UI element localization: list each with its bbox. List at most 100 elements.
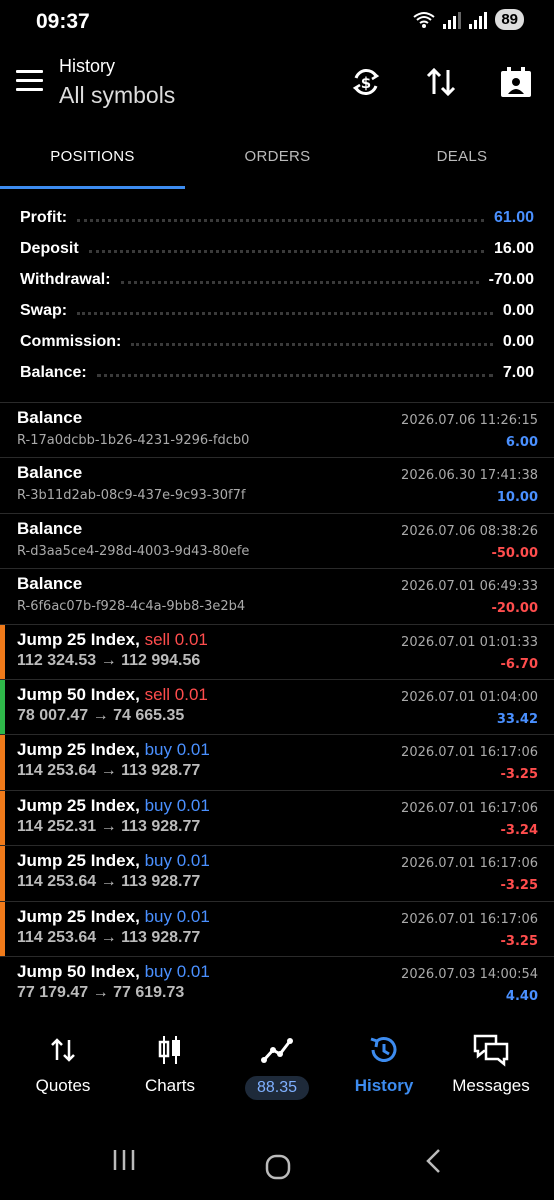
status-bar: 09:37 89 [0,0,554,44]
nav-trade[interactable]: 88.35 [222,1032,332,1100]
signal-icon [443,11,462,29]
battery-indicator: 89 [495,9,524,30]
timestamp: 2026.07.01 06:49:33 [401,579,538,595]
position-row[interactable]: Jump 25 Index, buy 0.01 114 253.64 → 113 … [0,900,554,956]
position-row[interactable]: Jump 25 Index, buy 0.01 114 253.64 → 113 … [0,734,554,790]
operation-id: R-d3aa5ce4-298d-4003-9d43-80efe [17,543,250,559]
position-color-bar [0,735,5,790]
position-color-bar [0,846,5,901]
timestamp: 2026.07.01 16:17:06 [401,745,538,761]
operation-title: Balance [17,463,83,483]
summary-label: Swap: [20,301,68,319]
summary-value: -70.00 [488,270,534,288]
profit-amount: -6.70 [500,656,538,672]
symbol-name: Jump 25 Index, [17,740,140,760]
nav-label: History [354,1076,414,1095]
symbol-name: Jump 25 Index, [17,629,140,649]
position-row[interactable]: Jump 25 Index, buy 0.01 114 253.64 → 113 … [0,845,554,901]
trade-direction: sell 0.01 [144,684,208,704]
summary-label: Withdrawal: [20,270,111,288]
position-row[interactable]: Jump 50 Index, sell 0.01 78 007.47 → 74 6… [0,678,554,735]
status-icons: 89 [413,9,524,30]
home-icon[interactable] [265,1154,291,1180]
timestamp: 2026.07.01 01:01:33 [401,634,538,650]
timestamp: 2026.07.06 11:26:15 [401,413,538,428]
trade-direction: buy 0.01 [144,961,210,981]
profit-amount: -50.00 [491,545,538,561]
open-close-prices: 114 253.64 → 113 928.77 [17,928,201,946]
trade-direction: sell 0.01 [144,629,208,649]
balance-operation-row[interactable]: Balance R-17a0dcbb-1b26-4231-9296-fdcb0 20… [0,402,554,457]
system-nav-bar [0,1120,554,1200]
position-title: Jump 25 Index, buy 0.01 [17,851,210,871]
open-close-prices: 112 324.53 → 112 994.56 [17,651,201,669]
operation-title: Balance [17,574,83,594]
position-row[interactable]: Jump 25 Index, buy 0.01 114 252.31 → 113 … [0,789,554,846]
position-row[interactable]: Jump 25 Index, sell 0.01 112 324.53 → 112… [0,623,554,679]
nav-history[interactable]: History [329,1032,439,1096]
menu-icon[interactable] [16,70,43,92]
profit-amount: -3.25 [500,767,538,783]
operation-title: Balance [17,518,83,538]
profit-amount: 10.00 [496,490,538,506]
calendar-icon[interactable] [498,64,534,100]
recent-apps-icon[interactable] [112,1148,136,1172]
open-close-prices: 77 179.47 → 77 619.73 [17,983,185,1001]
open-close-prices: 114 253.64 → 113 928.77 [17,762,201,780]
balance-operation-row[interactable]: Balance R-d3aa5ce4-298d-4003-9d43-80efe 20… [0,512,554,568]
summary-commission: Commission: 0.00 [0,326,554,357]
profit-amount: -20.00 [491,601,538,617]
tab-positions[interactable]: POSITIONS [0,148,185,165]
history-clock-icon [370,1037,397,1062]
summary-value: 0.00 [502,332,534,350]
signal-icon-2 [469,11,488,29]
svg-text:$: $ [361,74,371,92]
profit-amount: 33.42 [496,711,538,727]
position-row[interactable]: Jump 50 Index, buy 0.01 77 179.47 → 77 61… [0,955,554,1011]
back-icon[interactable] [424,1148,444,1174]
summary-value: 16.00 [493,239,534,257]
position-color-bar [0,790,5,846]
position-title: Jump 25 Index, buy 0.01 [17,796,210,816]
balance-operation-row[interactable]: Balance R-3b11d2ab-08c9-437e-9c93-30f7f 20… [0,457,554,512]
operation-title: Balance [17,408,83,427]
summary-label: Profit: [20,208,68,226]
profit-amount: -3.24 [500,822,538,838]
symbol-name: Jump 25 Index, [17,795,140,815]
app-header: History All symbols $ [0,50,554,130]
position-title: Jump 50 Index, sell 0.01 [17,685,208,705]
summary-value: 0.00 [502,301,534,319]
trade-value-badge: 88.35 [244,1076,310,1100]
profit-amount: 6.00 [505,435,538,450]
timestamp: 2026.07.01 16:17:06 [401,856,538,872]
symbol-name: Jump 50 Index, [17,684,140,704]
symbol-name: Jump 25 Index, [17,906,140,926]
summary-profit: Profit: 61.00 [0,202,554,233]
balance-operation-row[interactable]: Balance R-6f6ac07b-f928-4c4a-9bb8-3e2b4 20… [0,568,554,623]
sort-icon[interactable] [423,64,459,100]
tab-orders[interactable]: ORDERS [185,148,370,165]
nav-quotes[interactable]: Quotes [8,1032,118,1096]
trade-line-icon [261,1038,293,1063]
position-title: Jump 50 Index, buy 0.01 [17,962,210,982]
nav-label: Charts [144,1076,196,1095]
nav-charts[interactable]: Charts [115,1032,225,1096]
history-list: Balance R-17a0dcbb-1b26-4231-9296-fdcb0 20… [0,402,554,1011]
nav-messages[interactable]: Messages [436,1032,546,1096]
open-close-prices: 78 007.47 → 74 665.35 [17,706,185,724]
summary-swap: Swap: 0.00 [0,295,554,326]
page-title: History [59,56,116,76]
symbol-name: Jump 50 Index, [17,961,140,981]
wifi-icon [413,11,435,28]
trade-direction: buy 0.01 [144,795,210,815]
summary-value: 61.00 [493,208,534,226]
symbol-filter[interactable]: All symbols [59,82,175,109]
currency-refresh-icon[interactable]: $ [348,64,384,100]
position-color-bar [0,624,5,679]
candlestick-icon [158,1036,180,1064]
tab-deals[interactable]: DEALS [370,148,554,165]
position-title: Jump 25 Index, buy 0.01 [17,740,210,760]
profit-amount: 4.40 [505,988,538,1004]
bottom-nav: Quotes Charts 88.35 History Messages [0,1020,554,1110]
status-time: 09:37 [36,10,90,33]
